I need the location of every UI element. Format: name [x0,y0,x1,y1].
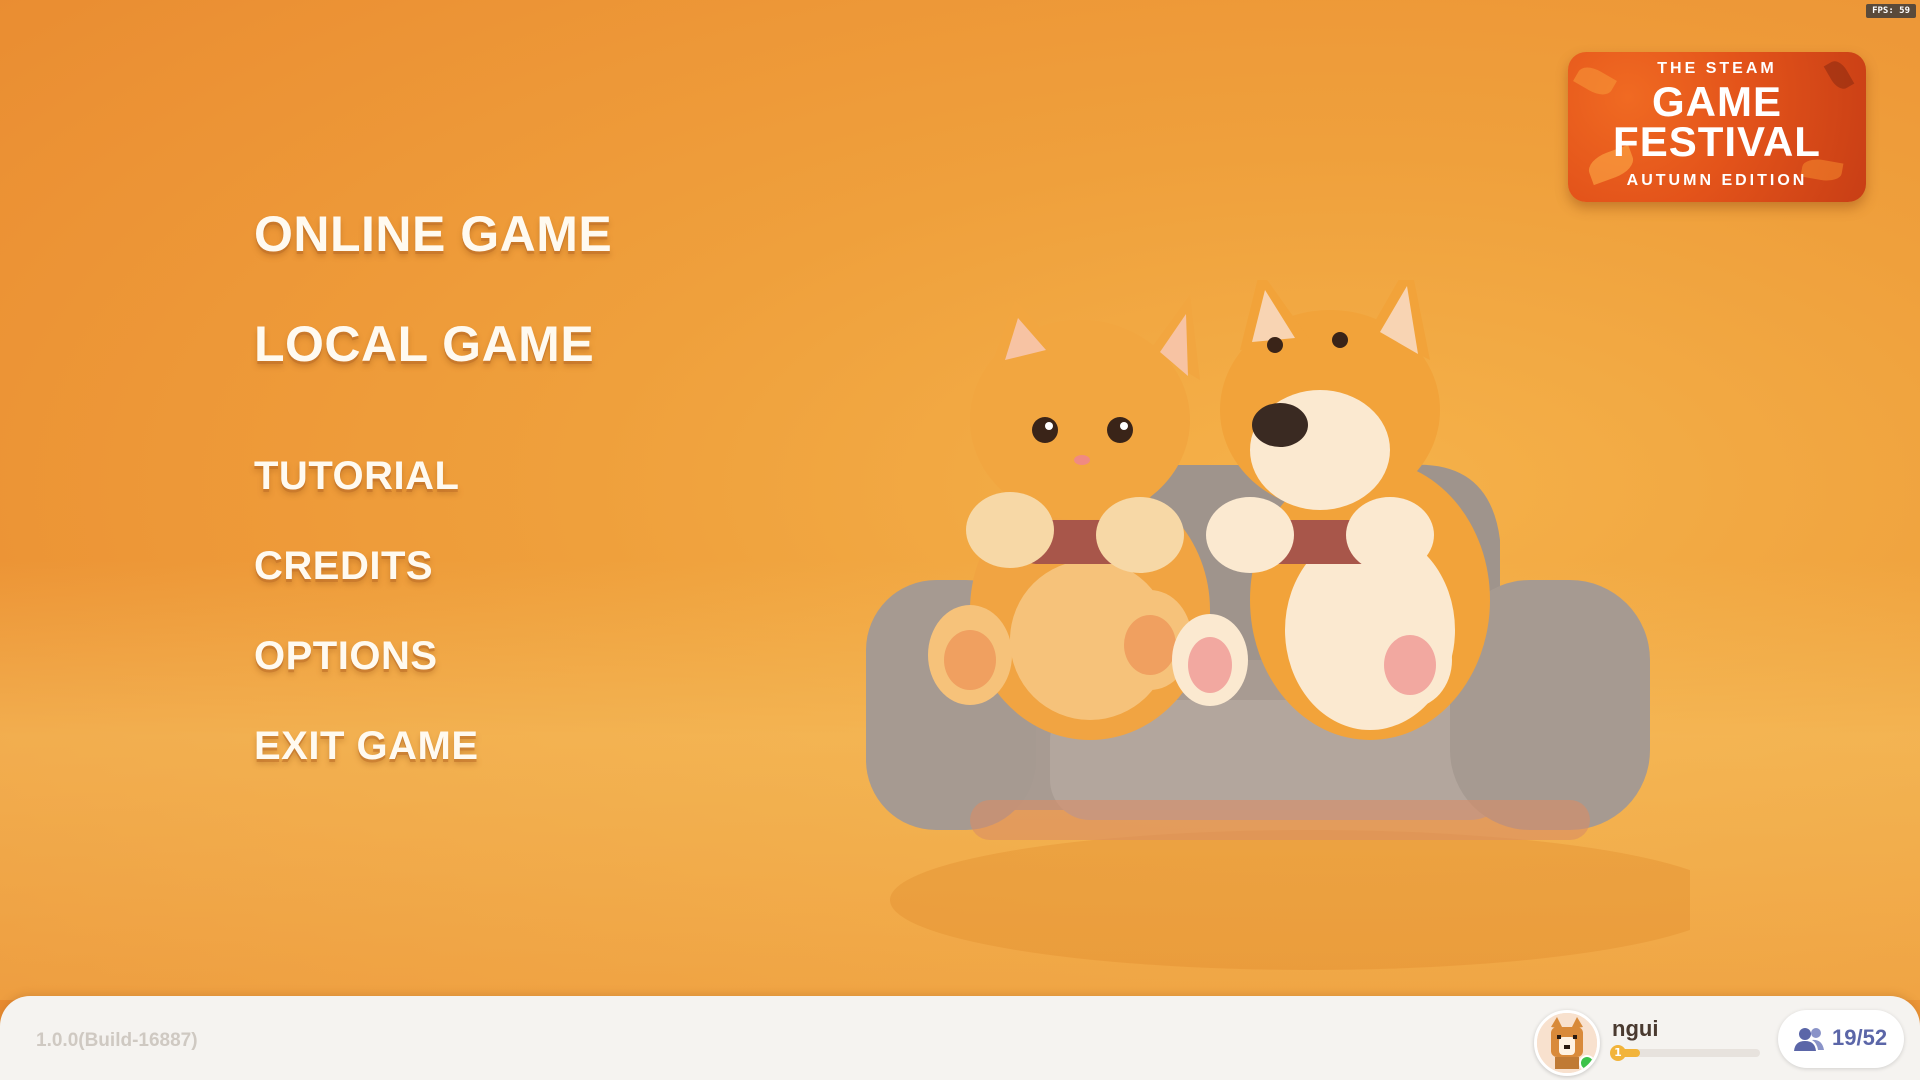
friends-icon [1794,1028,1824,1051]
fps-counter: FPS: 59 [1866,4,1916,18]
version-label: 1.0.0(Build-16887) [36,1030,198,1051]
local-game-button[interactable]: LOCAL GAME [254,315,594,373]
xp-progress-bar [1614,1049,1760,1057]
friends-online-button[interactable]: 19/52 [1778,1010,1904,1068]
cat-and-corgi-on-couch-illustration [866,280,1690,970]
player-username: ngui [1612,1016,1659,1041]
exit-game-button[interactable]: EXIT GAME [254,724,479,769]
friends-online-count: 19/52 [1832,1025,1888,1050]
online-game-button[interactable]: ONLINE GAME [254,205,612,263]
credits-button[interactable]: CREDITS [254,544,433,589]
festival-line-1: THE STEAM [1657,60,1777,77]
festival-line-3: FESTIVAL [1613,118,1821,165]
festival-line-4: AUTUMN EDITION [1626,172,1808,189]
tutorial-button[interactable]: TUTORIAL [254,454,459,499]
player-avatar[interactable] [1534,1010,1600,1076]
steam-festival-badge[interactable]: THE STEAM GAME FESTIVAL AUTUMN EDITION [1568,52,1866,202]
online-status-dot [1579,1055,1595,1071]
player-level-badge: 1 [1610,1045,1626,1061]
options-button[interactable]: OPTIONS [254,634,438,679]
